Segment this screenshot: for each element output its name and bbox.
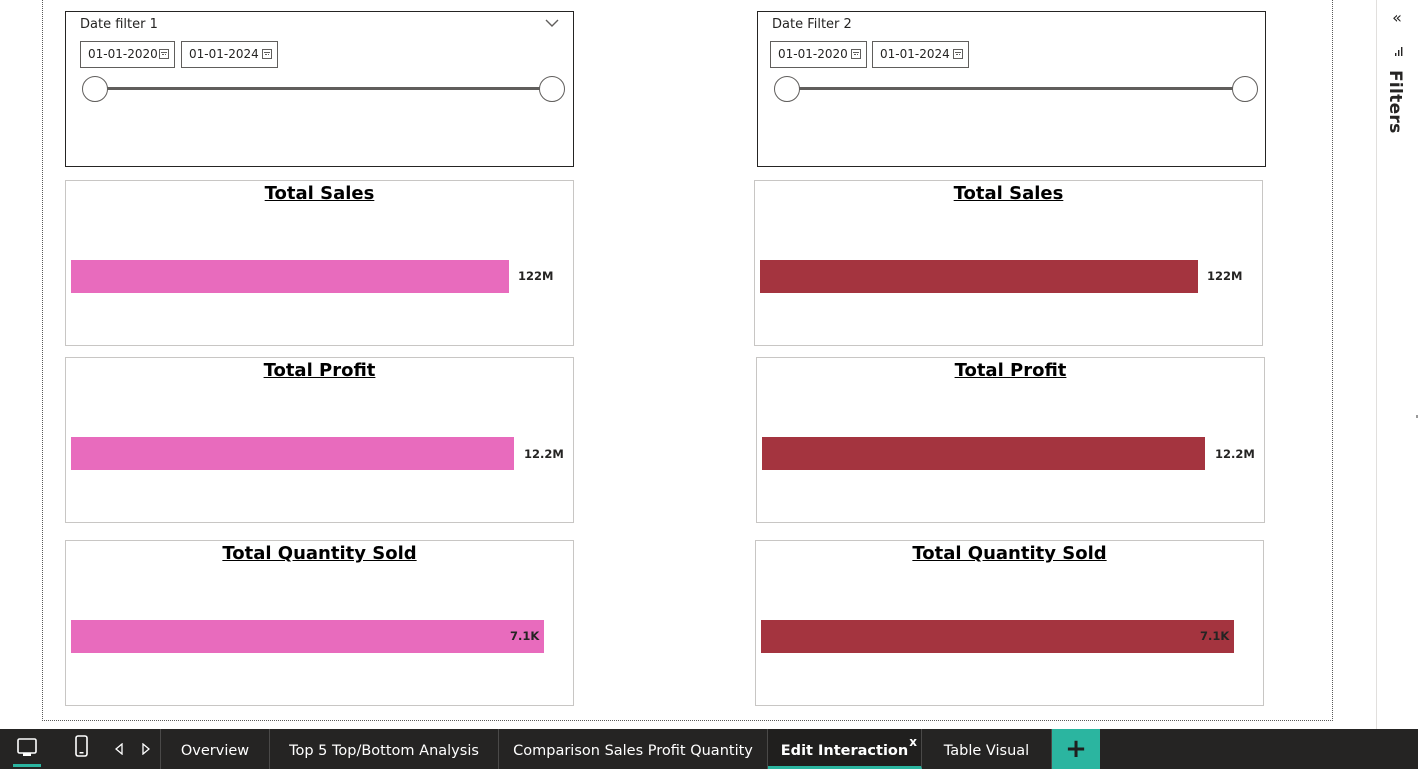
- expand-filters-icon[interactable]: «: [1387, 8, 1407, 28]
- close-tab-icon[interactable]: x: [909, 720, 917, 764]
- plus-icon: +: [1065, 734, 1087, 764]
- slider-track[interactable]: [788, 87, 1246, 90]
- bar[interactable]: [71, 260, 509, 293]
- start-date-value: 01-01-2020: [88, 47, 158, 61]
- next-page-icon[interactable]: [142, 743, 150, 755]
- calendar-icon[interactable]: [851, 49, 861, 59]
- chart-title: Total Sales: [264, 183, 375, 204]
- end-date-input[interactable]: 01-01-2024: [181, 41, 278, 68]
- bar[interactable]: [762, 437, 1205, 470]
- slider-track[interactable]: [96, 87, 556, 90]
- tab-top5-analysis[interactable]: Top 5 Top/Bottom Analysis: [270, 729, 499, 769]
- calendar-icon[interactable]: [262, 49, 272, 59]
- end-date-input[interactable]: 01-01-2024: [872, 41, 969, 68]
- tab-comparison[interactable]: Comparison Sales Profit Quantity: [499, 729, 768, 769]
- chart-title: Total Sales: [953, 183, 1064, 204]
- start-date-input[interactable]: 01-01-2020: [770, 41, 867, 68]
- calendar-icon[interactable]: [159, 49, 169, 59]
- date-slicer-1[interactable]: Date filter 1 01-01-2020 01-01-2024: [65, 11, 574, 167]
- mobile-icon: [75, 735, 88, 757]
- desktop-icon: [13, 738, 41, 767]
- filters-label[interactable]: Filters: [1385, 70, 1405, 134]
- total-quantity-chart-left[interactable]: Total Quantity Sold 7.1K: [65, 540, 574, 706]
- bar[interactable]: [71, 620, 544, 653]
- date-slicer-2[interactable]: Date Filter 2 01-01-2020 01-01-2024: [757, 11, 1266, 167]
- data-label: 7.1K: [1200, 629, 1230, 643]
- total-profit-chart-left[interactable]: Total Profit 12.2M: [65, 357, 574, 523]
- end-date-value: 01-01-2024: [880, 47, 950, 61]
- tab-label: Table Visual: [943, 743, 1030, 759]
- bar[interactable]: [71, 437, 514, 470]
- data-label: 12.2M: [524, 447, 564, 461]
- tab-label: Comparison Sales Profit Quantity: [513, 743, 753, 759]
- chart-title: Total Quantity Sold: [222, 543, 417, 564]
- chart-title: Total Profit: [954, 360, 1067, 381]
- start-date-input[interactable]: 01-01-2020: [80, 41, 175, 68]
- filter-icon: [1395, 47, 1403, 56]
- slider-end-handle[interactable]: [539, 76, 565, 102]
- data-label: 122M: [518, 269, 554, 283]
- bar[interactable]: [761, 620, 1234, 653]
- total-quantity-chart-right[interactable]: Total Quantity Sold 7.1K: [755, 540, 1264, 706]
- previous-page-icon[interactable]: [115, 743, 123, 755]
- slicer-title: Date filter 1: [80, 17, 158, 32]
- calendar-icon[interactable]: [953, 49, 963, 59]
- slicer-title: Date Filter 2: [772, 17, 852, 32]
- end-date-value: 01-01-2024: [189, 47, 259, 61]
- mobile-view-button[interactable]: [68, 735, 98, 765]
- data-label: 122M: [1207, 269, 1243, 283]
- total-sales-chart-left[interactable]: Total Sales 122M: [65, 180, 574, 346]
- tab-label: Edit Interaction: [780, 743, 909, 759]
- desktop-view-button[interactable]: [12, 735, 42, 767]
- chevron-down-icon[interactable]: [545, 17, 559, 29]
- total-profit-chart-right[interactable]: Total Profit 12.2M: [756, 357, 1265, 523]
- data-label: 7.1K: [510, 629, 540, 643]
- start-date-value: 01-01-2020: [778, 47, 848, 61]
- total-sales-chart-right[interactable]: Total Sales 122M: [754, 180, 1263, 346]
- data-label: 12.2M: [1215, 447, 1255, 461]
- tab-label: Top 5 Top/Bottom Analysis: [289, 743, 479, 759]
- tab-label: Overview: [180, 743, 250, 759]
- bar[interactable]: [760, 260, 1198, 293]
- filters-pane: « Filters: [1376, 0, 1418, 729]
- chart-title: Total Quantity Sold: [912, 543, 1107, 564]
- add-page-button[interactable]: +: [1052, 729, 1100, 769]
- page-tab-bar: Overview Top 5 Top/Bottom Analysis Compa…: [0, 729, 1418, 769]
- chart-title: Total Profit: [263, 360, 376, 381]
- tab-table-visual[interactable]: Table Visual: [922, 729, 1052, 769]
- report-page: Date filter 1 01-01-2020 01-01-2024 Date…: [0, 0, 1418, 769]
- slider-start-handle[interactable]: [82, 76, 108, 102]
- slider-end-handle[interactable]: [1232, 76, 1258, 102]
- tab-edit-interaction[interactable]: Edit Interaction x: [768, 729, 922, 769]
- tab-overview[interactable]: Overview: [161, 729, 270, 769]
- slider-start-handle[interactable]: [774, 76, 800, 102]
